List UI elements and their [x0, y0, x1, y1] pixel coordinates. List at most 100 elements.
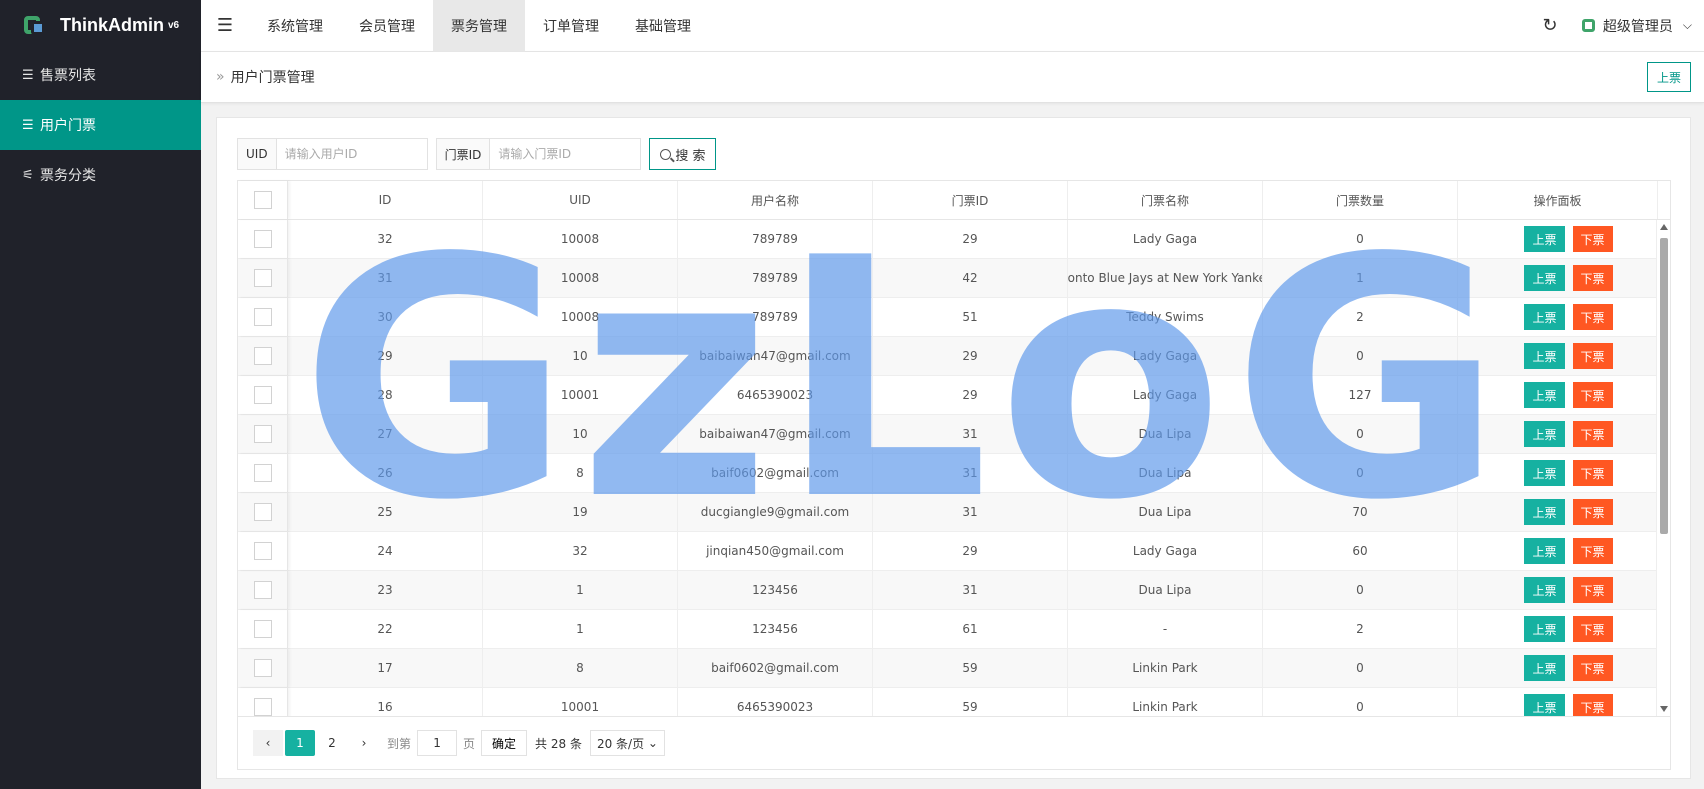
table-row[interactable]: 24 32 jinqian450@gmail.com 29 Lady Gaga 60 上票下…	[238, 532, 1670, 571]
row-checkbox[interactable]	[253, 464, 272, 482]
table-body: 32 10008 789789 29 Lady Gaga 0 上票 下票 31 10008 7897…	[238, 220, 1670, 716]
table-cell: 0	[1263, 337, 1458, 375]
column-header[interactable]: 门票名称	[1068, 181, 1263, 219]
scroll-down-icon[interactable]	[1660, 706, 1668, 712]
ticket-up-button[interactable]: 上票	[1524, 421, 1565, 447]
next-page-button[interactable]: ›	[349, 730, 379, 756]
ticket-down-button[interactable]: 下票	[1572, 616, 1613, 642]
table-scrollbar[interactable]	[1656, 220, 1670, 716]
row-checkbox[interactable]	[253, 425, 272, 443]
menu-toggle-icon[interactable]: ☰	[201, 0, 249, 52]
table-row[interactable]: 29 10 baibaiwan47@gmail.com 29 Lady Gaga 0 上票下…	[238, 337, 1670, 376]
ticket-up-button[interactable]: 上票	[1524, 265, 1565, 291]
table-cell: 29	[873, 532, 1068, 570]
add-ticket-button[interactable]: 上票	[1646, 62, 1691, 92]
table-cell: 31	[873, 571, 1068, 609]
row-checkbox[interactable]	[253, 503, 272, 521]
table-row[interactable]: 32 10008 789789 29 Lady Gaga 0 上票 下票	[238, 220, 1670, 259]
ticket-up-button[interactable]: 上票	[1524, 304, 1565, 330]
row-checkbox[interactable]	[253, 347, 272, 365]
table-row[interactable]: 311000878978942Toronto Blue Jays at New …	[238, 259, 1670, 298]
goto-page-input[interactable]: 1	[417, 730, 458, 756]
table-row[interactable]: 27 10 baibaiwan47@gmail.com 31 Dua Lipa 0 上票 下票	[238, 415, 1670, 454]
ticket-down-button[interactable]: 下票	[1572, 694, 1613, 716]
ticket-down-button[interactable]: 下票	[1572, 421, 1613, 447]
ticket-down-button[interactable]: 下票	[1572, 460, 1613, 486]
ticket-down-button[interactable]: 下票	[1572, 499, 1613, 525]
page-button[interactable]: 2	[317, 730, 347, 756]
tab-tickets[interactable]: 票务管理	[433, 0, 525, 52]
scroll-thumb[interactable]	[1660, 238, 1668, 534]
table-row[interactable]: 25 19 ducgiangle9@gmail.com 31 Dua Lipa 70 上票下…	[238, 493, 1670, 532]
table-row[interactable]: 22 1 123456 61-2 上票 下票	[238, 610, 1670, 649]
table-row[interactable]: 30 10008 789789 51 Teddy Swims 2 上票 下票	[238, 298, 1670, 337]
ticket-up-button[interactable]: 上票	[1524, 460, 1565, 486]
table-row[interactable]: 16 10001 6465390023 59 Linkin Park 0 上票 下票	[238, 688, 1670, 716]
column-header[interactable]: 门票数量	[1263, 181, 1458, 219]
chevron-down-icon: ⌵	[1682, 18, 1692, 32]
row-checkbox[interactable]	[253, 542, 272, 560]
page-size-select[interactable]: 20 条/页 ⌄	[589, 730, 665, 756]
column-header[interactable]: 用户名称	[678, 181, 873, 219]
sidebar-item-ticket-list[interactable]: ☰ 售票列表	[0, 50, 201, 100]
column-header[interactable]: UID	[483, 181, 678, 219]
sidebar-item-user-tickets[interactable]: ☰ 用户门票	[0, 100, 201, 150]
row-checkbox[interactable]	[253, 269, 272, 287]
ticket-down-button[interactable]: 下票	[1572, 226, 1613, 252]
sliders-icon: ⚟	[22, 167, 34, 183]
ticket-up-button[interactable]: 上票	[1524, 382, 1565, 408]
ticket-up-button[interactable]: 上票	[1524, 577, 1565, 603]
row-checkbox[interactable]	[253, 386, 272, 404]
ticket-up-button[interactable]: 上票	[1524, 226, 1565, 252]
tab-system[interactable]: 系统管理	[249, 0, 341, 52]
table-cell: 16	[288, 688, 483, 716]
ticket-down-button[interactable]: 下票	[1572, 382, 1613, 408]
page-button[interactable]: 1	[285, 730, 315, 756]
ticket-down-button[interactable]: 下票	[1572, 304, 1613, 330]
table-cell: 2	[1263, 610, 1458, 648]
ticket-up-button[interactable]: 上票	[1524, 694, 1565, 716]
table-row[interactable]: 28 10001 6465390023 29 Lady Gaga 127 上票 下票	[238, 376, 1670, 415]
tab-members[interactable]: 会员管理	[341, 0, 433, 52]
tab-basic[interactable]: 基础管理	[617, 0, 709, 52]
ticket-up-button[interactable]: 上票	[1524, 655, 1565, 681]
sidebar-item-ticket-category[interactable]: ⚟ 票务分类	[0, 150, 201, 200]
refresh-icon[interactable]: ↻	[1530, 15, 1570, 36]
ticket-id-input[interactable]	[490, 139, 641, 169]
goto-confirm-button[interactable]: 确定	[481, 730, 528, 756]
row-checkbox[interactable]	[253, 230, 272, 248]
user-menu[interactable]: 超级管理员 ⌵	[1581, 16, 1692, 36]
row-checkbox[interactable]	[253, 581, 272, 599]
column-header[interactable]: ID	[288, 181, 483, 219]
table-row[interactable]: 17 8 baif0602@gmail.com 59 Linkin Park 0 上票 下票	[238, 649, 1670, 688]
ticket-up-button[interactable]: 上票	[1524, 616, 1565, 642]
app-logo[interactable]: ThinkAdmin v6	[0, 0, 201, 50]
table-row[interactable]: 23 1 123456 31 Dua Lipa 0 上票 下票	[238, 571, 1670, 610]
scroll-up-icon[interactable]	[1660, 224, 1668, 230]
ticket-down-button[interactable]: 下票	[1572, 343, 1613, 369]
select-all-checkbox[interactable]	[253, 191, 272, 209]
ticket-down-button[interactable]: 下票	[1572, 577, 1613, 603]
logo-icon	[24, 14, 46, 36]
table-cell: 127	[1263, 376, 1458, 414]
table-row[interactable]: 26 8 baif0602@gmail.com 31 Dua Lipa 0 上票 下票	[238, 454, 1670, 493]
search-button[interactable]: 搜 索	[649, 138, 717, 170]
row-checkbox[interactable]	[253, 698, 272, 716]
table-cell: baif0602@gmail.com	[678, 649, 873, 687]
tab-orders[interactable]: 订单管理	[525, 0, 617, 52]
ticket-up-button[interactable]: 上票	[1524, 499, 1565, 525]
row-checkbox[interactable]	[253, 659, 272, 677]
prev-page-button[interactable]: ‹	[253, 730, 283, 756]
ticket-down-button[interactable]: 下票	[1572, 265, 1613, 291]
table-cell: 25	[288, 493, 483, 531]
ticket-down-button[interactable]: 下票	[1572, 538, 1613, 564]
row-actions: 上票 下票	[1458, 688, 1658, 716]
uid-input[interactable]	[276, 139, 427, 169]
row-checkbox[interactable]	[253, 620, 272, 638]
ticket-up-button[interactable]: 上票	[1524, 538, 1565, 564]
ticket-up-button[interactable]: 上票	[1524, 343, 1565, 369]
row-checkbox[interactable]	[253, 308, 272, 326]
ticket-id-label: 门票ID	[436, 139, 491, 169]
ticket-down-button[interactable]: 下票	[1572, 655, 1613, 681]
column-header[interactable]: 门票ID	[873, 181, 1068, 219]
